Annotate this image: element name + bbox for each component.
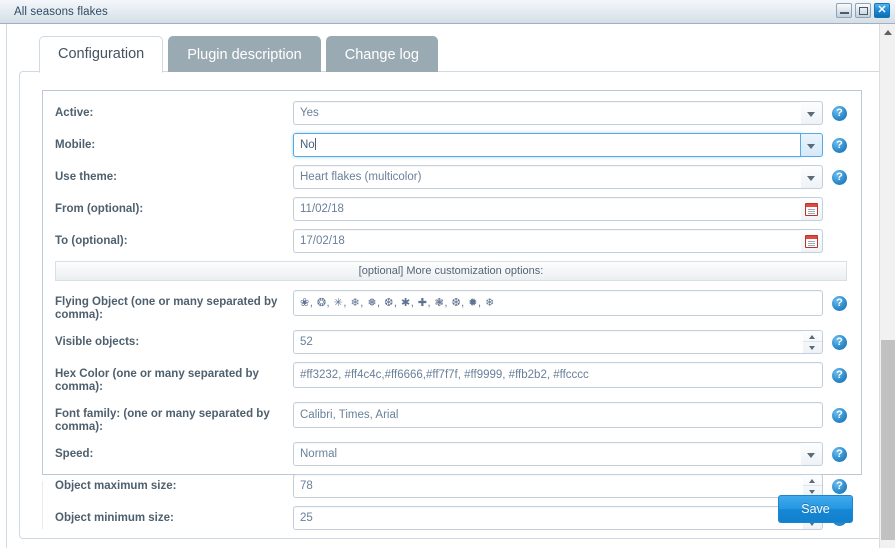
- control-to: 17/02/18: [293, 229, 847, 253]
- application-window: All seasons flakes ✕ Configuration Plugi…: [0, 0, 895, 548]
- close-button[interactable]: ✕: [874, 3, 890, 18]
- text-caret: [314, 138, 316, 150]
- date-input-to[interactable]: 17/02/18: [293, 229, 801, 253]
- tab-change-log[interactable]: Change log: [325, 36, 438, 72]
- label-visible-objects: Visible objects:: [55, 336, 140, 348]
- save-button[interactable]: Save: [778, 495, 853, 523]
- maximize-icon: [859, 7, 868, 15]
- field-row-use-theme: Use theme: Heart flakes (multicolor) ?: [55, 165, 847, 189]
- label-speed: Speed:: [55, 448, 94, 460]
- label-active: Active:: [55, 107, 94, 119]
- label-flying-object: Flying Object (one or many separated by …: [55, 296, 278, 321]
- field-row-from: From (optional): 11/02/18: [55, 197, 847, 221]
- label-mobile: Mobile:: [55, 139, 96, 151]
- help-icon-flying-object[interactable]: ?: [832, 295, 847, 311]
- control-speed: Normal ?: [293, 442, 847, 466]
- settings-fieldset: Active: Yes ? Mobile: No ? Use theme: He…: [42, 90, 862, 530]
- window-title: All seasons flakes: [14, 5, 108, 18]
- calendar-glyph: [805, 235, 818, 248]
- panel-footer: Save: [42, 475, 862, 537]
- select-mobile-value: No: [300, 139, 315, 151]
- date-input-from[interactable]: 11/02/18: [293, 197, 801, 221]
- field-row-mobile: Mobile: No ?: [55, 133, 847, 157]
- field-row-hex-color: Hex Color (one or many separated by comm…: [55, 362, 847, 394]
- help-icon-font-family[interactable]: ?: [832, 407, 847, 423]
- select-use-theme[interactable]: Heart flakes (multicolor): [293, 165, 801, 189]
- control-mobile: No ?: [293, 133, 847, 157]
- close-icon: ✕: [877, 4, 887, 16]
- field-row-flying-object: Flying Object (one or many separated by …: [55, 290, 847, 322]
- maximize-button[interactable]: [855, 3, 871, 18]
- text-input-hex-color[interactable]: #ff3232, #ff4c4c,#ff6666,#ff7f7f, #ff999…: [293, 362, 823, 388]
- tab-change-log-label: Change log: [344, 47, 419, 63]
- minimize-button[interactable]: [836, 3, 852, 18]
- left-rail: [0, 24, 7, 548]
- tab-plugin-description[interactable]: Plugin description: [168, 36, 321, 72]
- chevron-down-icon-use-theme[interactable]: [801, 165, 823, 189]
- calendar-icon-from[interactable]: [801, 197, 823, 221]
- help-icon-visible-objects[interactable]: ?: [832, 334, 847, 350]
- control-active: Yes ?: [293, 101, 847, 125]
- window-controls: ✕: [836, 3, 890, 18]
- label-use-theme: Use theme:: [55, 171, 117, 183]
- control-use-theme: Heart flakes (multicolor) ?: [293, 165, 847, 189]
- chevron-down-icon-mobile[interactable]: [801, 133, 823, 157]
- vertical-scrollbar[interactable]: [879, 24, 895, 548]
- number-input-visible-objects[interactable]: 52: [293, 330, 803, 354]
- content-region: Configuration Plugin description Change …: [7, 24, 895, 548]
- control-font-family: Calibri, Times, Arial ?: [293, 402, 847, 428]
- tab-bar: Configuration Plugin description Change …: [19, 34, 885, 73]
- tab-configuration-label: Configuration: [58, 46, 145, 62]
- calendar-icon-to[interactable]: [801, 229, 823, 253]
- quantity-stepper-visible-objects[interactable]: [803, 330, 823, 354]
- control-from: 11/02/18: [293, 197, 847, 221]
- chevron-down-icon-active[interactable]: [801, 101, 823, 125]
- minimize-icon: [840, 12, 849, 14]
- label-hex-color: Hex Color (one or many separated by comm…: [55, 368, 259, 393]
- control-visible-objects: 52 ?: [293, 330, 847, 354]
- help-icon-speed[interactable]: ?: [832, 446, 847, 462]
- label-font-family: Font family: (one or many separated by c…: [55, 408, 270, 433]
- text-input-font-family[interactable]: Calibri, Times, Arial: [293, 402, 823, 428]
- tab-configuration[interactable]: Configuration: [39, 36, 164, 73]
- field-row-font-family: Font family: (one or many separated by c…: [55, 402, 847, 434]
- control-hex-color: #ff3232, #ff4c4c,#ff6666,#ff7f7f, #ff999…: [293, 362, 847, 388]
- optional-section-separator: [optional] More customization options:: [55, 261, 847, 281]
- scrollbar-thumb[interactable]: [881, 340, 895, 540]
- text-input-flying-object[interactable]: ❀, ❂, ✳, ❄, ❅, ❆, ✱, ✚, ❃, ❆, ✹, ❄: [293, 290, 823, 316]
- help-icon-hex-color[interactable]: ?: [832, 367, 847, 383]
- select-active[interactable]: Yes: [293, 101, 801, 125]
- field-row-visible-objects: Visible objects: 52 ?: [55, 330, 847, 354]
- configuration-panel: Active: Yes ? Mobile: No ? Use theme: He…: [19, 71, 885, 539]
- label-to: To (optional):: [55, 235, 128, 247]
- tab-plugin-description-label: Plugin description: [187, 47, 302, 63]
- field-row-to: To (optional): 17/02/18: [55, 229, 847, 253]
- title-bar: All seasons flakes ✕: [0, 0, 895, 24]
- field-row-speed: Speed: Normal ?: [55, 442, 847, 466]
- stepper-down-icon[interactable]: [803, 342, 822, 353]
- page-area: Configuration Plugin description Change …: [0, 24, 895, 548]
- select-speed[interactable]: Normal: [293, 442, 801, 466]
- control-flying-object: ❀, ❂, ✳, ❄, ❅, ❆, ✱, ✚, ❃, ❆, ✹, ❄ ?: [293, 290, 847, 316]
- help-icon-mobile[interactable]: ?: [832, 137, 847, 153]
- calendar-glyph: [805, 203, 818, 216]
- select-mobile[interactable]: No: [293, 133, 801, 157]
- stepper-up-icon[interactable]: [803, 331, 822, 342]
- field-row-active: Active: Yes ?: [55, 101, 847, 125]
- chevron-down-icon-speed[interactable]: [801, 442, 823, 466]
- help-icon-use-theme[interactable]: ?: [832, 169, 847, 185]
- help-icon-active[interactable]: ?: [832, 105, 847, 121]
- label-from: From (optional):: [55, 203, 144, 215]
